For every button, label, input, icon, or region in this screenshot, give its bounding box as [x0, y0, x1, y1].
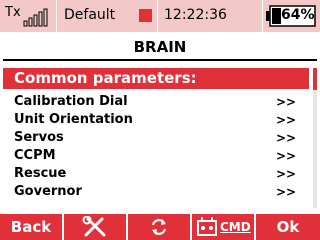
refresh-icon [151, 219, 167, 235]
section-label: Common parameters: [14, 69, 197, 87]
menu-item-governor[interactable]: Governor >> [0, 183, 310, 201]
title-divider [3, 59, 317, 61]
chevron-right-icon: >> [276, 185, 297, 199]
cmd-label: CMD [220, 220, 251, 234]
back-button[interactable]: Back [0, 214, 62, 240]
menu-item-label: CCPM [14, 148, 56, 163]
page-title: BRAIN [133, 38, 187, 56]
menu-list: Calibration Dial >> Unit Orientation >> … [0, 93, 310, 201]
cmd-button[interactable]: CMD [192, 214, 254, 240]
chevron-right-icon: >> [276, 95, 297, 109]
record-indicator-icon [139, 9, 152, 22]
bottom-bar: Back CMD Ok [0, 214, 320, 240]
scrollbar-thumb[interactable] [313, 68, 317, 90]
signal-strength-icon: Tx [4, 5, 48, 27]
ok-button-label: Ok [276, 218, 300, 236]
menu-item-ccpm[interactable]: CCPM >> [0, 147, 310, 165]
menu-item-servos[interactable]: Servos >> [0, 129, 310, 147]
status-separator [56, 0, 57, 32]
ok-button[interactable]: Ok [256, 214, 320, 240]
model-name[interactable]: Default [64, 7, 115, 23]
chevron-right-icon: >> [276, 131, 297, 145]
status-separator [157, 0, 158, 32]
chevron-right-icon: >> [276, 149, 297, 163]
status-bar: Tx Default 12:22:36 64% [0, 0, 320, 32]
back-button-label: Back [10, 218, 52, 236]
battery-percent: 64% [281, 7, 315, 23]
menu-item-label: Calibration Dial [14, 94, 128, 109]
menu-item-label: Servos [14, 130, 64, 145]
menu-item-label: Governor [14, 184, 82, 199]
refresh-button[interactable] [128, 214, 190, 240]
wrench-screwdriver-icon [82, 216, 106, 237]
tx-label: Tx [4, 5, 21, 20]
menu-item-label: Rescue [14, 166, 67, 181]
chevron-right-icon: >> [276, 167, 297, 181]
chevron-right-icon: >> [276, 113, 297, 127]
menu-item-calibration-dial[interactable]: Calibration Dial >> [0, 93, 310, 111]
tools-button[interactable] [64, 214, 126, 240]
status-separator [262, 0, 263, 32]
menu-item-rescue[interactable]: Rescue >> [0, 165, 310, 183]
radio-cmd-icon [197, 217, 217, 236]
menu-item-label: Unit Orientation [14, 112, 133, 127]
menu-item-unit-orientation[interactable]: Unit Orientation >> [0, 111, 310, 129]
clock-time: 12:22:36 [164, 7, 227, 23]
